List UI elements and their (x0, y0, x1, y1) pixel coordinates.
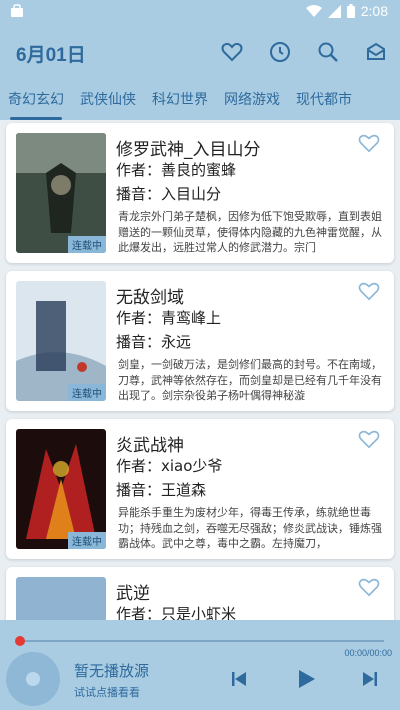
notification-bag-icon (11, 4, 23, 17)
tab-scifi[interactable]: 科幻世界 (144, 82, 216, 120)
book-cover: 连载中 (16, 133, 106, 253)
favorite-heart-icon[interactable] (358, 577, 380, 597)
book-cover: 连载中 (16, 281, 106, 401)
cover-art-image (16, 429, 106, 549)
book-card[interactable]: 连载中 修罗武神_入目山分 作者：善良的蜜蜂 播音：入目山分 青龙宗外门弟子楚枫… (6, 123, 394, 263)
book-description: 青龙宗外门弟子楚枫，因修为低下饱受欺辱，直到表姐赠送的一颗仙灵草，使得体内隐藏的… (118, 210, 382, 254)
signal-icon (327, 4, 341, 18)
book-card[interactable]: 连载中 无敌剑域 作者：青鸾峰上 播音：永远 剑皇，一剑破万法，是剑修们最高的封… (6, 271, 394, 411)
book-description: 剑皇，一剑破万法，是剑修们最高的封号。不在南域，刀尊，武神等依然存在，而剑皇却是… (118, 358, 382, 402)
status-time: 2:08 (360, 3, 388, 19)
battery-icon (346, 4, 355, 18)
mail-icon[interactable] (364, 40, 388, 64)
cover-art-image (16, 133, 106, 253)
tab-online-games[interactable]: 网络游戏 (216, 82, 288, 120)
book-author: 作者：青鸾峰上 (116, 309, 222, 327)
search-icon[interactable] (316, 40, 340, 64)
book-title: 武逆 (116, 584, 150, 604)
book-card[interactable]: 连载中 炎武战神 作者：xiao少爷 播音：王道森 异能杀手重生为废材少年，得毒… (6, 419, 394, 559)
date-title: 6月01日 (16, 45, 86, 66)
wifi-icon (305, 4, 322, 17)
status-badge: 连载中 (68, 236, 106, 253)
tab-fantasy[interactable]: 奇幻玄幻 (0, 82, 72, 120)
book-title: 无敌剑域 (116, 288, 184, 308)
progress-track[interactable] (18, 640, 384, 642)
status-bar: 2:08 (0, 0, 400, 24)
book-author: 作者：只是小虾米 (116, 605, 237, 620)
favorite-heart-icon[interactable] (358, 133, 380, 153)
play-icon[interactable] (295, 668, 317, 690)
cover-art-image (16, 281, 106, 401)
favorite-heart-icon[interactable] (358, 429, 380, 449)
book-cover (16, 577, 106, 620)
audio-player: 00:00/00:00 暂无播放源 试试点播看看 (0, 620, 400, 710)
book-cover: 连载中 (16, 429, 106, 549)
book-description: 异能杀手重生为废材少年，得毒王传承，练就绝世毒功；持残血之剑，吞噬无尽强敌；修炎… (118, 506, 382, 550)
favorites-heart-icon[interactable] (220, 40, 244, 64)
tab-urban[interactable]: 现代都市 (288, 82, 360, 120)
book-title: 炎武战神 (116, 436, 184, 456)
book-narrator: 播音：入目山分 (116, 185, 222, 203)
book-author: 作者：善良的蜜蜂 (116, 161, 237, 179)
header: 6月01日 (0, 24, 400, 82)
history-clock-icon[interactable] (268, 40, 292, 64)
book-author: 作者：xiao少爷 (116, 457, 223, 475)
album-disc-icon (6, 652, 60, 706)
previous-icon[interactable] (228, 668, 250, 690)
favorite-heart-icon[interactable] (358, 281, 380, 301)
progress-handle[interactable] (15, 636, 25, 646)
category-tabs: 奇幻玄幻 武侠仙侠 科幻世界 网络游戏 现代都市 (0, 82, 400, 120)
player-subtitle: 试试点播看看 (74, 686, 140, 699)
tab-wuxia[interactable]: 武侠仙侠 (72, 82, 144, 120)
status-badge: 连载中 (68, 384, 106, 401)
playback-time: 00:00/00:00 (344, 648, 392, 658)
book-narrator: 播音：王道森 (116, 481, 207, 499)
book-title: 修罗武神_入目山分 (116, 140, 261, 160)
book-card[interactable]: 武逆 作者：只是小虾米 (6, 567, 394, 620)
player-title: 暂无播放源 (74, 662, 150, 680)
book-list: 连载中 修罗武神_入目山分 作者：善良的蜜蜂 播音：入目山分 青龙宗外门弟子楚枫… (0, 120, 400, 620)
book-narrator: 播音：永远 (116, 333, 192, 351)
status-badge: 连载中 (68, 532, 106, 549)
next-icon[interactable] (359, 668, 381, 690)
